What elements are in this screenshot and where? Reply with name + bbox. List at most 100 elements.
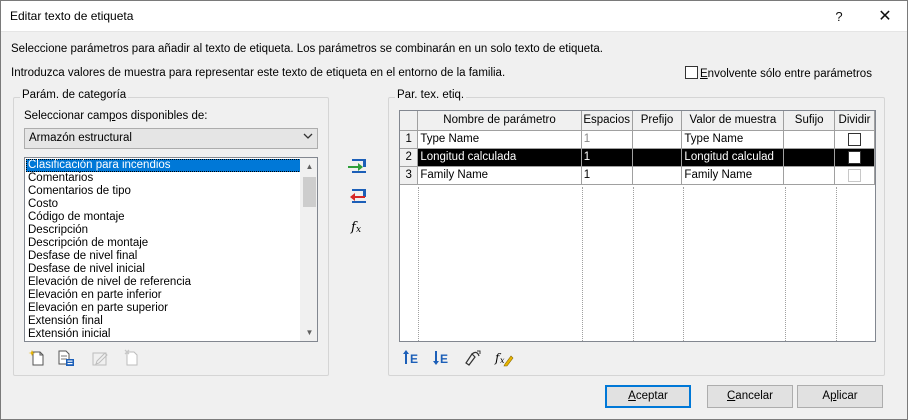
- break-checkbox: [848, 168, 862, 182]
- list-item[interactable]: Elevación de nivel de referencia: [26, 276, 301, 289]
- list-item[interactable]: Costo: [26, 198, 301, 211]
- close-button[interactable]: ✕: [863, 1, 907, 32]
- title-bar[interactable]: Editar texto de etiqueta ? ✕: [1, 1, 907, 32]
- edit-shared-icon[interactable]: [90, 348, 110, 368]
- cell-break[interactable]: [834, 130, 875, 149]
- category-group-title: Parám. de categoría: [20, 89, 129, 101]
- cell-sample[interactable]: Family Name: [681, 166, 785, 185]
- cell-sample[interactable]: Type Name: [681, 130, 785, 149]
- fx-edit-icon[interactable]: f x: [493, 348, 515, 368]
- column-header-break[interactable]: Dividir: [834, 111, 875, 131]
- break-checkbox[interactable]: [848, 150, 862, 164]
- column-header-prefix[interactable]: Prefijo: [632, 111, 683, 131]
- cell-prefix[interactable]: [632, 130, 683, 149]
- description-line-2: Introduzca valores de muestra para repre…: [11, 67, 506, 79]
- move-up-icon[interactable]: E: [401, 348, 423, 368]
- row-number[interactable]: 2: [400, 148, 419, 167]
- column-header-spaces[interactable]: Espacios: [581, 111, 633, 131]
- svg-text:E: E: [410, 352, 418, 366]
- grid-divider: [683, 187, 684, 341]
- list-item[interactable]: Comentarios: [26, 172, 301, 185]
- table-row[interactable]: 2 Longitud calculada 1 Longitud calculad: [400, 148, 875, 167]
- list-item[interactable]: Comentarios de tipo: [26, 185, 301, 198]
- row-number[interactable]: 3: [400, 166, 419, 185]
- cell-name[interactable]: Family Name: [417, 166, 582, 185]
- move-down-icon[interactable]: E: [431, 348, 453, 368]
- list-item[interactable]: Elevación en parte inferior: [26, 289, 301, 302]
- table-header-row: Nombre de parámetro Espacios Prefijo Val…: [400, 111, 875, 131]
- grid-divider: [836, 187, 837, 341]
- grid-divider: [582, 187, 583, 341]
- row-number[interactable]: 1: [400, 130, 419, 149]
- select-fields-label: Seleccionar campos disponibles de:: [24, 110, 208, 122]
- cell-sample[interactable]: Longitud calculad: [681, 148, 785, 167]
- column-header-suffix[interactable]: Sufijo: [783, 111, 836, 131]
- scroll-down-icon[interactable]: ▼: [301, 324, 317, 341]
- list-item[interactable]: Descripción: [26, 224, 301, 237]
- break-checkbox[interactable]: [848, 132, 862, 146]
- description-line-1: Seleccione parámetros para añadir al tex…: [11, 43, 603, 55]
- list-item[interactable]: Descripción de montaje: [26, 237, 301, 250]
- add-parameter-icon[interactable]: [345, 156, 369, 178]
- list-item[interactable]: Elevación en parte superior: [26, 302, 301, 315]
- cell-spaces[interactable]: 1: [581, 148, 633, 167]
- label-parameters-table: Nombre de parámetro Espacios Prefijo Val…: [400, 111, 875, 185]
- cell-break[interactable]: [834, 166, 875, 185]
- cell-prefix[interactable]: [632, 166, 683, 185]
- wrap-icon[interactable]: [461, 348, 483, 368]
- column-header-sample[interactable]: Valor de muestra: [681, 111, 785, 131]
- list-item[interactable]: Código de montaje: [26, 211, 301, 224]
- list-item[interactable]: Clasificación para incendios: [26, 159, 301, 172]
- label-parameters-group: Par. tex. etiq. Nombre de parámetro Espa…: [388, 89, 885, 376]
- cell-break[interactable]: [834, 148, 875, 167]
- column-header-row-number: [400, 111, 419, 131]
- chevron-down-icon: [303, 131, 313, 144]
- cell-spaces[interactable]: 1: [581, 130, 633, 149]
- label-parameters-grid[interactable]: Nombre de parámetro Espacios Prefijo Val…: [399, 110, 876, 342]
- list-scrollbar[interactable]: ▲ ▼: [300, 158, 317, 341]
- list-item[interactable]: Extensión final: [26, 315, 301, 328]
- column-header-name[interactable]: Nombre de parámetro: [417, 111, 582, 131]
- list-item[interactable]: Extensión inicial: [26, 328, 301, 341]
- apply-button[interactable]: Aplicar: [797, 385, 883, 408]
- scroll-thumb[interactable]: [303, 177, 316, 207]
- cell-spaces[interactable]: 1: [581, 166, 633, 185]
- envelope-checkbox-label: Envolvente sólo entre parámetros: [700, 68, 872, 80]
- category-combo[interactable]: Armazón estructural: [24, 128, 318, 149]
- table-row[interactable]: 3 Family Name 1 Family Name: [400, 166, 875, 185]
- label-group-title: Par. tex. etiq.: [395, 89, 467, 101]
- envelope-checkbox[interactable]: Envolvente sólo entre parámetros: [685, 66, 872, 80]
- available-parameters-items: Clasificación para incendios Comentarios C…: [26, 159, 301, 341]
- help-button[interactable]: ?: [817, 1, 861, 32]
- cell-name[interactable]: Longitud calculada: [417, 148, 582, 167]
- scroll-up-icon[interactable]: ▲: [301, 158, 317, 175]
- grid-divider: [418, 187, 419, 341]
- svg-text:x: x: [500, 356, 505, 365]
- envelope-checkbox-box[interactable]: [685, 66, 698, 79]
- new-parameter-icon[interactable]: [28, 348, 48, 368]
- category-combo-value: Armazón estructural: [29, 132, 132, 144]
- svg-text:E: E: [440, 352, 448, 366]
- cell-prefix[interactable]: [632, 148, 683, 167]
- list-item[interactable]: Desfase de nivel final: [26, 250, 301, 263]
- svg-text:x: x: [356, 225, 361, 235]
- grid-divider: [785, 187, 786, 341]
- list-item[interactable]: Desfase de nivel inicial: [26, 263, 301, 276]
- ok-button[interactable]: Aceptar: [605, 385, 691, 408]
- cell-name[interactable]: Type Name: [417, 130, 582, 149]
- delete-parameter-icon[interactable]: [122, 348, 142, 368]
- remove-parameter-icon[interactable]: [345, 186, 369, 208]
- window-title: Editar texto de etiqueta: [10, 9, 134, 23]
- cell-suffix[interactable]: [783, 166, 836, 185]
- dialog-window: Editar texto de etiqueta ? ✕ Seleccione …: [0, 0, 908, 420]
- edit-parameter-icon[interactable]: [56, 348, 76, 368]
- category-parameters-group: Parám. de categoría Seleccionar campos d…: [13, 89, 329, 376]
- table-row[interactable]: 1 Type Name 1 Type Name: [400, 130, 875, 149]
- fx-icon[interactable]: f x: [345, 216, 369, 238]
- cell-suffix[interactable]: [783, 130, 836, 149]
- grid-empty-area: [400, 187, 875, 341]
- cancel-button[interactable]: Cancelar: [707, 385, 793, 408]
- grid-divider: [633, 187, 634, 341]
- available-parameters-list[interactable]: Clasificación para incendios Comentarios C…: [24, 157, 318, 342]
- cell-suffix[interactable]: [783, 148, 836, 167]
